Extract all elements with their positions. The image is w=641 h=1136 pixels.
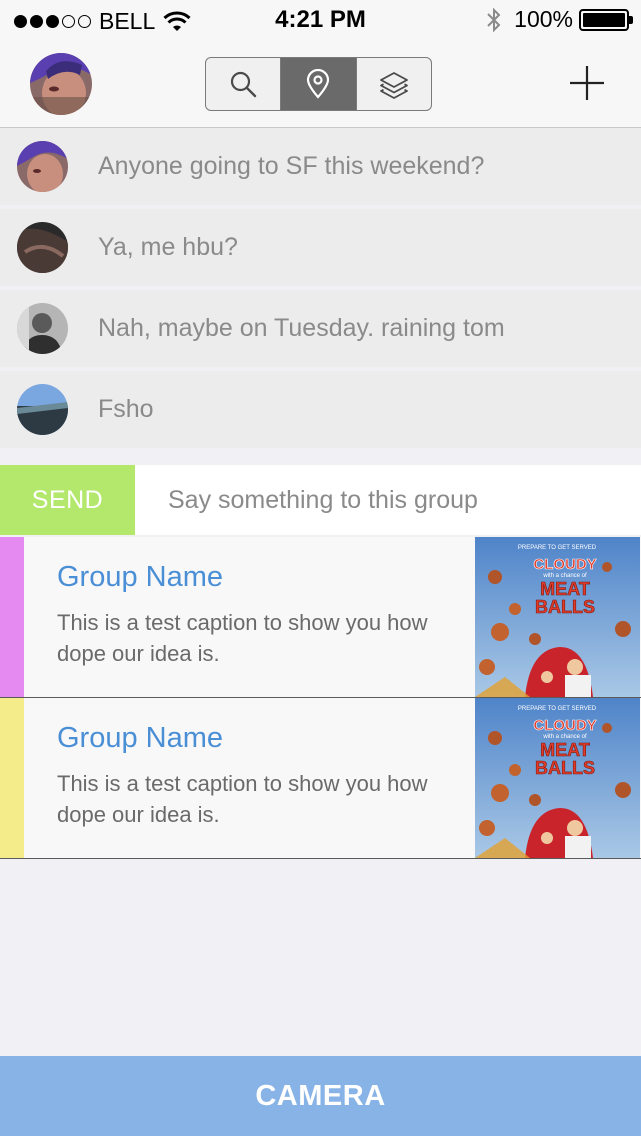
status-bar: BELL 4:21 PM 100% xyxy=(0,0,641,40)
message-text: Fsho xyxy=(98,395,154,423)
message-text: Ya, me hbu? xyxy=(98,233,238,261)
svg-text:MEAT: MEAT xyxy=(540,740,590,760)
svg-text:MEAT: MEAT xyxy=(540,579,590,599)
group-name: Group Name xyxy=(57,722,224,754)
message-row[interactable]: Nah, maybe on Tuesday. raining tom xyxy=(0,290,641,367)
search-icon xyxy=(231,71,257,98)
tab-layers[interactable] xyxy=(357,58,431,110)
battery-percent: 100% xyxy=(514,6,573,32)
group-accent-bar xyxy=(0,537,24,697)
group-thumbnail: PREPARE TO GET SERVED CLOUDY with a chan… xyxy=(475,537,640,697)
send-button[interactable]: SEND xyxy=(0,465,135,535)
location-pin-icon xyxy=(307,69,330,99)
message-row[interactable]: Fsho xyxy=(0,371,641,448)
view-switcher xyxy=(205,57,432,111)
svg-text:BALLS: BALLS xyxy=(535,758,595,778)
group-thumbnail: PREPARE TO GET SERVED CLOUDY with a chan… xyxy=(475,698,640,858)
svg-text:PREPARE TO GET SERVED: PREPARE TO GET SERVED xyxy=(518,706,597,712)
status-right: 100% xyxy=(486,6,633,33)
message-input[interactable] xyxy=(150,475,630,525)
message-avatar xyxy=(17,222,68,273)
nav-bar xyxy=(0,40,641,128)
bluetooth-icon xyxy=(487,7,501,32)
group-caption: This is a test caption to show you how d… xyxy=(57,771,428,827)
add-button[interactable] xyxy=(568,64,606,102)
tab-search[interactable] xyxy=(206,58,282,110)
profile-avatar[interactable] xyxy=(30,53,92,115)
group-caption: This is a test caption to show you how d… xyxy=(57,610,428,666)
group-card[interactable]: Group Name This is a test caption to sho… xyxy=(0,698,641,859)
svg-text:CLOUDY: CLOUDY xyxy=(533,556,596,573)
message-text: Nah, maybe on Tuesday. raining tom xyxy=(98,314,505,342)
message-composer: SEND xyxy=(0,465,641,535)
group-list: Group Name This is a test caption to sho… xyxy=(0,537,641,859)
message-row[interactable]: Ya, me hbu? xyxy=(0,209,641,286)
group-name: Group Name xyxy=(57,561,224,593)
message-row[interactable]: Anyone going to SF this weekend? xyxy=(0,128,641,205)
layers-icon xyxy=(379,72,408,99)
message-list: Anyone going to SF this weekend? Ya, me … xyxy=(0,128,641,452)
camera-button[interactable]: CAMERA xyxy=(0,1056,641,1136)
message-avatar xyxy=(17,303,68,354)
svg-text:BALLS: BALLS xyxy=(535,597,595,617)
message-avatar xyxy=(17,384,68,435)
group-accent-bar xyxy=(0,698,24,858)
tab-location[interactable] xyxy=(281,58,357,110)
group-card[interactable]: Group Name This is a test caption to sho… xyxy=(0,537,641,698)
svg-text:PREPARE TO GET SERVED: PREPARE TO GET SERVED xyxy=(518,545,597,551)
message-text: Anyone going to SF this weekend? xyxy=(98,152,485,180)
battery-icon xyxy=(579,8,633,31)
message-avatar xyxy=(17,141,68,192)
svg-text:CLOUDY: CLOUDY xyxy=(533,717,596,734)
